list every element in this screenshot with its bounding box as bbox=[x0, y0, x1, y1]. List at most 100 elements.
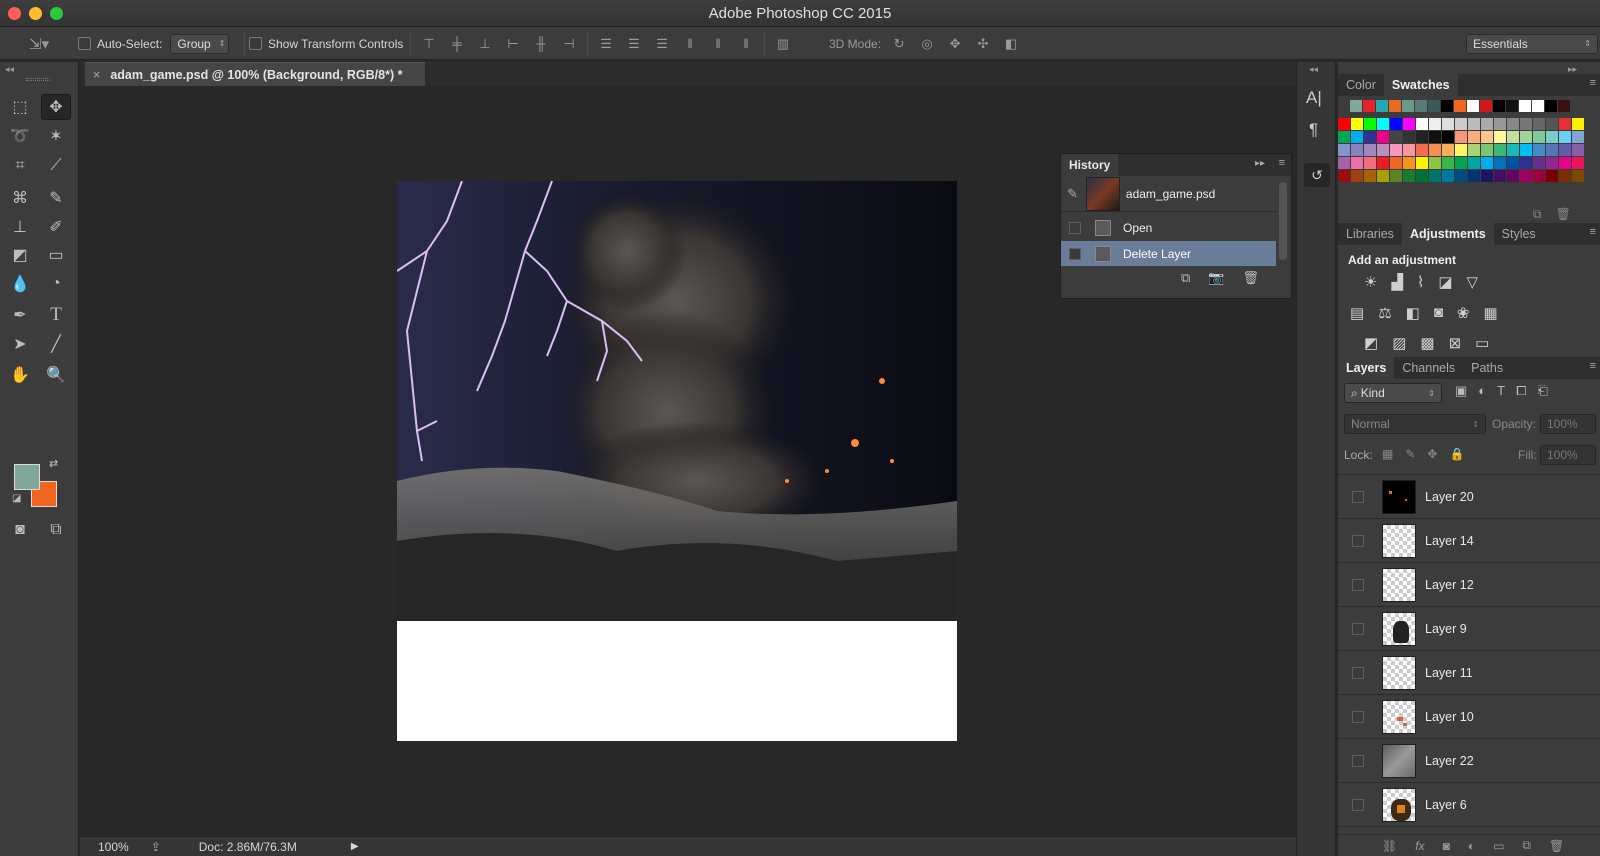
layer-visibility-toggle[interactable] bbox=[1352, 490, 1364, 503]
swatch[interactable] bbox=[1559, 157, 1571, 169]
swatch[interactable] bbox=[1351, 144, 1363, 156]
swatches-menu-icon[interactable]: ≡ bbox=[1590, 77, 1596, 89]
filter-type-icon[interactable]: T bbox=[1497, 383, 1505, 399]
distribute-top-icon[interactable]: ☰ bbox=[596, 35, 616, 53]
swatch[interactable] bbox=[1442, 157, 1454, 169]
swatch[interactable] bbox=[1351, 118, 1363, 130]
screen-mode-icon[interactable]: ⧉ bbox=[41, 517, 71, 543]
swatch[interactable] bbox=[1546, 144, 1558, 156]
new-snapshot-icon[interactable]: 📷 bbox=[1208, 270, 1224, 286]
swatch[interactable] bbox=[1572, 118, 1584, 130]
swatch[interactable] bbox=[1559, 131, 1571, 143]
layer-visibility-toggle[interactable] bbox=[1352, 578, 1364, 591]
history-scrollbar[interactable] bbox=[1279, 182, 1287, 260]
new-adjustment-layer-icon[interactable]: ◐ bbox=[1468, 839, 1475, 853]
layer-name[interactable]: Layer 10 bbox=[1425, 710, 1474, 724]
swatch[interactable] bbox=[1364, 118, 1376, 130]
foreground-color-swatch[interactable] bbox=[14, 464, 40, 490]
align-top-icon[interactable]: ⊤ bbox=[419, 35, 439, 53]
align-vcenter-icon[interactable]: ╪ bbox=[447, 35, 467, 53]
swatch[interactable] bbox=[1351, 170, 1363, 182]
tab-libraries[interactable]: Libraries bbox=[1338, 223, 1402, 245]
blur-tool-icon[interactable]: 💧 bbox=[5, 271, 35, 297]
swatch[interactable] bbox=[1442, 131, 1454, 143]
swatch[interactable] bbox=[1429, 157, 1441, 169]
swatch[interactable] bbox=[1572, 170, 1584, 182]
hand-tool-icon[interactable]: ✋ bbox=[5, 362, 35, 388]
brightness-contrast-icon[interactable]: ☀ bbox=[1364, 273, 1377, 291]
color-balance-icon[interactable]: ◧ bbox=[1406, 304, 1420, 322]
document-canvas[interactable] bbox=[397, 181, 957, 741]
3d-orbit-icon[interactable]: ↻ bbox=[889, 35, 909, 53]
show-transform-checkbox[interactable] bbox=[249, 37, 262, 50]
opacity-input[interactable]: 100% bbox=[1540, 414, 1596, 434]
3d-slide-icon[interactable]: ✣ bbox=[973, 35, 993, 53]
tab-channels[interactable]: Channels bbox=[1394, 357, 1463, 379]
exposure-icon[interactable]: ◪ bbox=[1438, 273, 1452, 291]
history-brush-tool-icon[interactable]: ✐ bbox=[41, 214, 71, 240]
swatch[interactable] bbox=[1559, 170, 1571, 182]
character-panel-icon[interactable]: A| bbox=[1306, 88, 1322, 108]
black-white-icon[interactable]: ◙ bbox=[1434, 304, 1443, 322]
tools-grip[interactable] bbox=[26, 78, 50, 81]
lock-image-icon[interactable]: ✎ bbox=[1405, 447, 1415, 461]
link-layers-icon[interactable]: ⛓ bbox=[1382, 839, 1397, 853]
swatch[interactable] bbox=[1415, 100, 1427, 112]
auto-select-dropdown[interactable]: Group ⇕ bbox=[170, 33, 230, 54]
paragraph-panel-icon[interactable]: ¶ bbox=[1309, 120, 1318, 140]
distribute-right-icon[interactable]: ‖ bbox=[736, 35, 756, 53]
layer-row[interactable]: Layer 11 bbox=[1338, 651, 1600, 695]
crop-tool-icon[interactable]: ⌗ bbox=[5, 153, 35, 179]
tab-paths[interactable]: Paths bbox=[1463, 357, 1511, 379]
eraser-tool-icon[interactable]: ◩ bbox=[5, 242, 35, 268]
new-document-from-state-icon[interactable]: ⧉ bbox=[1181, 270, 1190, 286]
clone-stamp-tool-icon[interactable]: ⊥ bbox=[5, 214, 35, 240]
swatch[interactable] bbox=[1416, 118, 1428, 130]
swatch[interactable] bbox=[1519, 100, 1531, 112]
swatch[interactable] bbox=[1377, 144, 1389, 156]
swatch[interactable] bbox=[1377, 170, 1389, 182]
layer-row[interactable]: Layer 10 bbox=[1338, 695, 1600, 739]
status-menu-icon[interactable]: ▶ bbox=[351, 841, 359, 852]
swatch[interactable] bbox=[1416, 170, 1428, 182]
history-panel-icon[interactable]: ↺ bbox=[1304, 163, 1330, 187]
swatch[interactable] bbox=[1364, 131, 1376, 143]
align-bottom-icon[interactable]: ⊥ bbox=[475, 35, 495, 53]
swatch[interactable] bbox=[1467, 100, 1479, 112]
swatch[interactable] bbox=[1429, 144, 1441, 156]
swatch[interactable] bbox=[1390, 157, 1402, 169]
swatch[interactable] bbox=[1455, 144, 1467, 156]
swatch[interactable] bbox=[1364, 144, 1376, 156]
align-right-icon[interactable]: ⊣ bbox=[559, 35, 579, 53]
healing-brush-tool-icon[interactable]: ⌘ bbox=[5, 185, 35, 211]
path-selection-tool-icon[interactable]: ➤ bbox=[5, 331, 35, 357]
distribute-bottom-icon[interactable]: ☰ bbox=[652, 35, 672, 53]
layer-visibility-toggle[interactable] bbox=[1352, 798, 1364, 811]
history-tab[interactable]: History bbox=[1061, 154, 1119, 176]
swatch[interactable] bbox=[1481, 144, 1493, 156]
layer-name[interactable]: Layer 6 bbox=[1425, 798, 1467, 812]
swatch[interactable] bbox=[1507, 118, 1519, 130]
dodge-tool-icon[interactable]: ◔ bbox=[41, 271, 71, 297]
swatch[interactable] bbox=[1377, 157, 1389, 169]
swatch[interactable] bbox=[1545, 100, 1557, 112]
lasso-tool-icon[interactable]: ➰ bbox=[5, 123, 35, 149]
align-left-icon[interactable]: ⊢ bbox=[503, 35, 523, 53]
swatch[interactable] bbox=[1363, 100, 1375, 112]
swatch[interactable] bbox=[1442, 170, 1454, 182]
swatch[interactable] bbox=[1455, 131, 1467, 143]
threshold-icon[interactable]: ▩ bbox=[1420, 334, 1434, 352]
swatch[interactable] bbox=[1494, 144, 1506, 156]
layer-row[interactable]: Layer 14 bbox=[1338, 519, 1600, 563]
lock-all-icon[interactable]: 🔒 bbox=[1449, 447, 1464, 461]
swatch[interactable] bbox=[1338, 118, 1350, 130]
swatch[interactable] bbox=[1338, 157, 1350, 169]
workspace-dropdown[interactable]: Essentials ⇕ bbox=[1466, 33, 1598, 54]
history-snapshot[interactable]: ✎ adam_game.psd bbox=[1061, 176, 1276, 212]
swatch[interactable] bbox=[1377, 131, 1389, 143]
swatch[interactable] bbox=[1572, 131, 1584, 143]
blend-mode-dropdown[interactable]: Normal ⇕ bbox=[1344, 414, 1486, 434]
swatch[interactable] bbox=[1520, 118, 1532, 130]
align-hcenter-icon[interactable]: ╫ bbox=[531, 35, 551, 53]
tab-adjustments[interactable]: Adjustments bbox=[1401, 223, 1494, 245]
